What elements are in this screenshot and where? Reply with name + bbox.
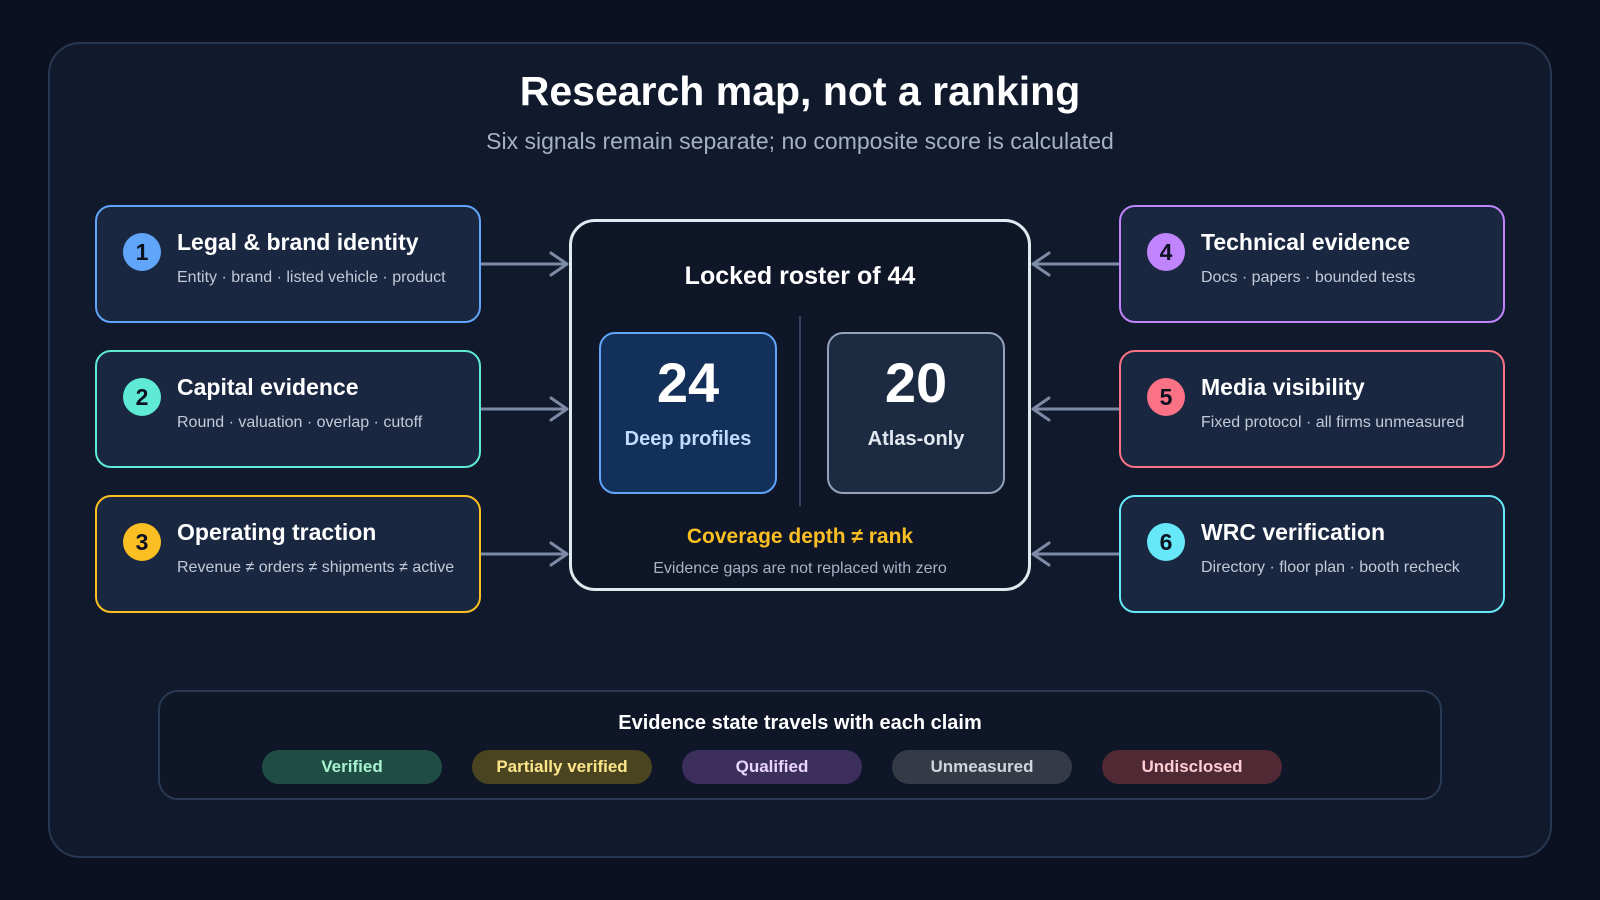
signal-card-legal-brand-identity: 1 Legal & brand identity Entity · brand … [95,205,481,323]
signal-title: Technical evidence [1201,229,1411,255]
signal-number-badge: 5 [1147,378,1185,416]
state-pill-verified: Verified [262,750,442,784]
signal-card-wrc-verification: 6 WRC verification Directory · floor pla… [1119,495,1505,613]
deep-profiles-count: 24 [656,351,720,414]
diagram-title: Research map, not a ranking [519,68,1081,114]
diagram-canvas: Research map, not a ranking Six signals … [0,0,1600,900]
state-pill-unmeasured: Unmeasured [892,750,1072,784]
signal-detail: Docs · papers · bounded tests [1201,269,1416,286]
diagram-subtitle: Six signals remain separate; no composit… [486,128,1114,154]
signal-number-badge: 2 [123,378,161,416]
signal-card-capital-evidence: 2 Capital evidence Round · valuation · o… [95,350,481,468]
state-pill-partially-verified: Partially verified [472,750,652,784]
signal-title: Media visibility [1201,374,1365,400]
deep-profiles-stat: 24 Deep profiles [599,332,777,494]
signal-number-badge: 3 [123,523,161,561]
signal-card-media-visibility: 5 Media visibility Fixed protocol · all … [1119,350,1505,468]
signal-detail: Entity · brand · listed vehicle · produc… [177,269,446,286]
evidence-gap-note: Evidence gaps are not replaced with zero [653,560,947,577]
state-pill-qualified: Qualified [682,750,862,784]
deep-profiles-label: Deep profiles [624,428,752,450]
signal-card-technical-evidence: 4 Technical evidence Docs · papers · bou… [1119,205,1505,323]
signal-number-badge: 1 [123,233,161,271]
signal-title: Capital evidence [177,374,359,400]
evidence-state-legend: Evidence state travels with each claim V… [158,690,1442,800]
state-pill-undisclosed: Undisclosed [1102,750,1282,784]
coverage-note: Coverage depth ≠ rank [686,525,914,548]
signal-title: WRC verification [1201,519,1386,545]
signal-detail: Round · valuation · overlap · cutoff [177,414,423,431]
signal-number-badge: 6 [1147,523,1185,561]
signal-detail: Revenue ≠ orders ≠ shipments ≠ active [177,559,455,576]
atlas-only-stat: 20 Atlas-only [827,332,1005,494]
legend-title: Evidence state travels with each claim [618,712,982,734]
signal-card-operating-traction: 3 Operating traction Revenue ≠ orders ≠ … [95,495,481,613]
roster-title: Locked roster of 44 [684,262,916,290]
signal-number-badge: 4 [1147,233,1185,271]
roster-box: Locked roster of 44 24 Deep profiles 20 … [569,219,1031,591]
signal-detail: Directory · floor plan · booth recheck [1201,559,1460,576]
atlas-only-count: 20 [884,351,948,414]
atlas-only-label: Atlas-only [867,428,965,450]
signal-detail: Fixed protocol · all firms unmeasured [1201,414,1465,431]
roster-divider [799,316,801,506]
signal-title: Operating traction [177,519,377,545]
signal-title: Legal & brand identity [177,229,419,255]
